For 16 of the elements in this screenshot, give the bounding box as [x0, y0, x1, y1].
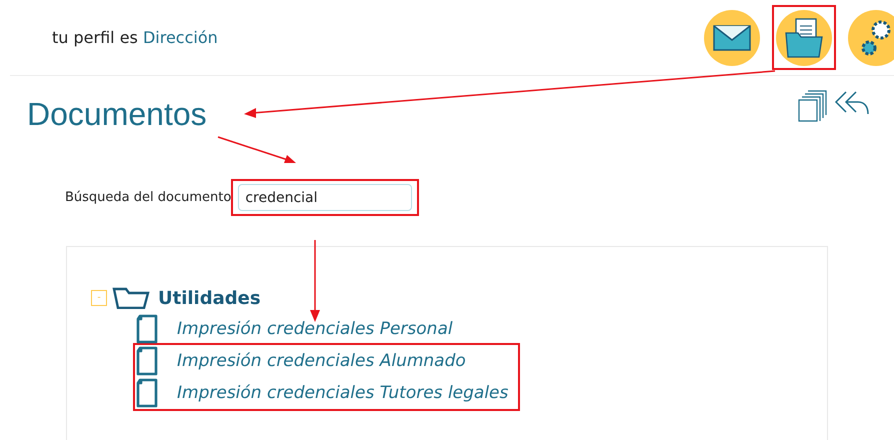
document-icon [135, 346, 159, 376]
page-title: Documentos [27, 96, 207, 133]
profile-text: tu perfil es Dirección [52, 28, 218, 47]
document-icon [135, 378, 159, 408]
gears-icon [860, 18, 892, 56]
search-label: Búsqueda del documento [65, 190, 232, 205]
folder-label[interactable]: Utilidades [158, 288, 261, 308]
copy-icon[interactable] [798, 90, 828, 122]
nav-button[interactable] [772, 5, 836, 70]
envelope-icon [713, 24, 751, 50]
folder-document-icon [784, 16, 824, 58]
document-link[interactable]: Impresión credenciales Personal [177, 319, 453, 339]
document-link[interactable]: Impresión credenciales Alumnado [177, 351, 466, 371]
document-link[interactable]: Impresión credenciales Tutores legales [177, 383, 508, 403]
document-icon [135, 314, 159, 344]
search-field[interactable]: credencial [238, 184, 412, 211]
